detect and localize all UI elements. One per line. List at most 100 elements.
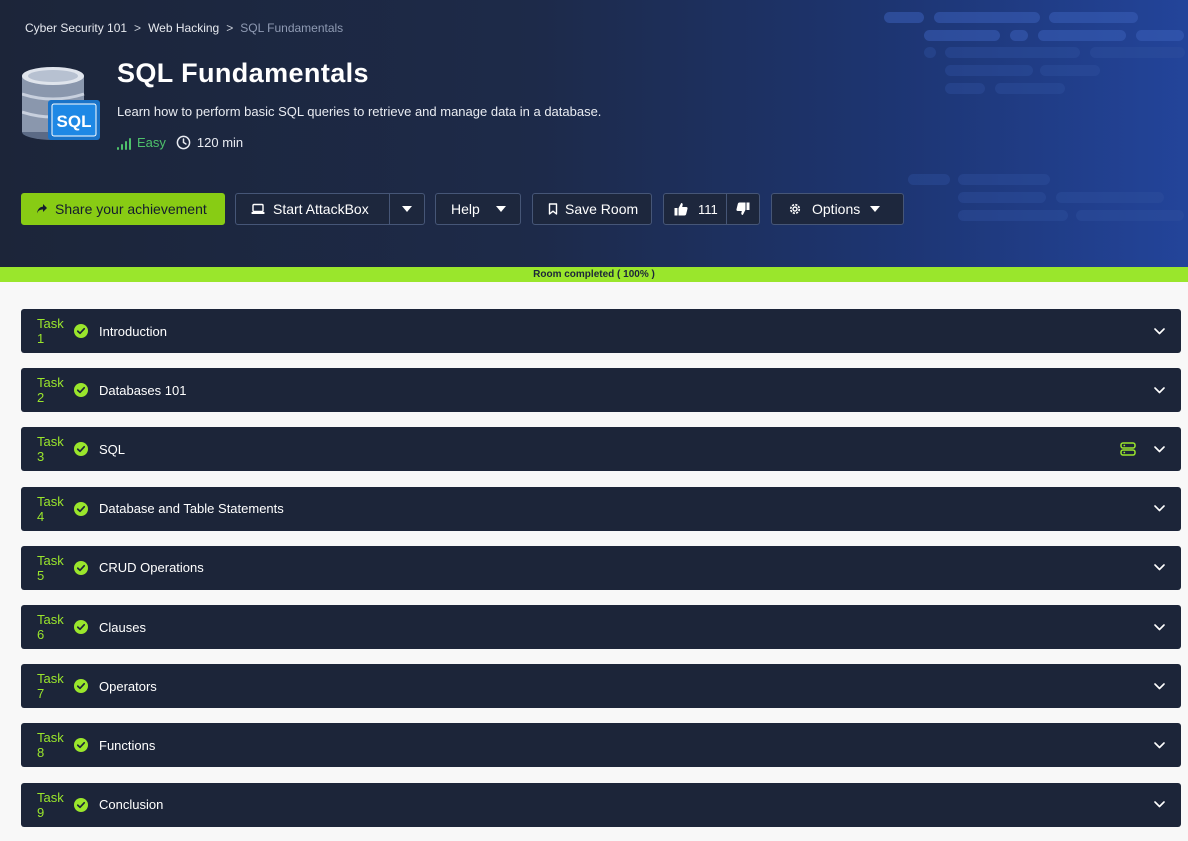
caret-down-icon [402,206,412,212]
check-circle-icon [74,383,88,398]
attackbox-dropdown-button[interactable] [389,193,425,225]
check-circle-icon [74,679,88,694]
clock-icon [176,135,191,150]
share-achievement-button[interactable]: Share your achievement [21,193,225,225]
header-decoration [908,174,950,185]
header-decoration [945,83,985,94]
task-row[interactable]: Task 6 Clauses [21,605,1181,649]
breadcrumb-link[interactable]: Cyber Security 101 [25,21,127,35]
chevron-down-icon [1154,505,1165,512]
options-label: Options [812,201,861,217]
page-title: SQL Fundamentals [117,58,369,88]
check-circle-icon [74,501,88,516]
header-decoration [1090,47,1185,58]
expand-task-toggle[interactable] [1154,742,1165,749]
caret-down-icon [870,206,881,212]
expand-task-toggle[interactable] [1154,446,1165,453]
header-decoration [1038,30,1126,41]
expand-task-toggle[interactable] [1154,327,1165,335]
task-title: Database and Table Statements [99,501,284,517]
breadcrumb-link[interactable]: Web Hacking [148,21,219,35]
options-dropdown-button[interactable]: Options [771,193,904,225]
task-row[interactable]: Task 7 Operators [21,664,1181,709]
task-number: Task 4 [37,493,64,524]
duration-label: 120 min [196,135,244,150]
help-label: Help [451,201,480,217]
thumbs-down-icon [736,202,750,215]
laptop-icon [251,203,265,214]
chevron-down-icon [1154,564,1165,571]
task-row[interactable]: Task 4 Database and Table Statements [21,486,1181,531]
start-attackbox-button[interactable]: Start AttackBox [235,193,390,225]
bookmark-icon [548,203,558,215]
expand-task-toggle[interactable] [1154,623,1165,631]
expand-task-toggle[interactable] [1154,682,1165,690]
like-button[interactable]: 111 [663,193,727,225]
machine-indicator[interactable] [1120,442,1136,457]
task-title: SQL [99,441,126,457]
header-decoration [924,30,1000,41]
task-row[interactable]: Task 5 CRUD Operations [21,545,1181,590]
header-decoration [1040,65,1100,76]
task-number: Task 5 [37,552,64,583]
chevron-down-icon [1154,623,1165,630]
task-row[interactable]: Task 1 Introduction [21,309,1181,353]
header-decoration [1056,192,1164,203]
breadcrumb-separator: > [226,21,234,35]
room-header: Cyber Security 101 > Web Hacking > SQL F… [0,0,1188,268]
task-row[interactable]: Task 8 Functions [21,723,1181,768]
header-decoration [934,12,1040,23]
header-decoration [958,210,1068,221]
task-row[interactable]: Task 9 Conclusion [21,782,1181,827]
header-decoration [924,47,936,58]
task-number: Task 6 [37,612,64,642]
header-decoration [945,47,1080,58]
header-decoration [1049,12,1138,23]
share-icon [37,204,47,214]
room-description: Learn how to perform basic SQL queries t… [117,104,602,119]
header-decoration [958,174,1050,185]
share-achievement-label: Share your achievement [55,201,207,217]
chevron-down-icon [1154,327,1165,334]
save-room-label: Save Room [565,201,639,217]
thumbs-up-icon [674,203,688,216]
expand-task-toggle[interactable] [1154,564,1165,571]
task-number: Task 7 [37,671,64,702]
task-title: CRUD Operations [99,560,204,576]
check-circle-icon [74,324,88,338]
expand-task-toggle[interactable] [1154,386,1165,394]
task-number: Task 2 [37,375,64,406]
dislike-button[interactable] [726,193,760,225]
header-decoration [945,65,1033,76]
task-title: Operators [99,678,157,694]
room-logo: SQL [22,67,100,140]
expand-task-toggle[interactable] [1154,801,1165,808]
logo-text: SQL [57,112,92,131]
server-icon [1120,442,1136,457]
task-row[interactable]: Task 2 Databases 101 [21,368,1181,413]
header-decoration [1076,210,1184,221]
check-circle-icon [74,560,88,575]
header-decoration [1010,30,1028,41]
task-title: Functions [99,737,156,753]
task-number: Task 1 [37,316,64,346]
save-room-button[interactable]: Save Room [532,193,652,225]
task-number: Task 9 [37,789,64,820]
room-meta: Easy 120 min [117,135,243,150]
header-decoration [1136,30,1184,41]
task-title: Clauses [99,619,146,635]
task-title: Databases 101 [99,382,187,398]
header-decoration [958,192,1046,203]
difficulty-label: Easy [137,135,166,150]
help-dropdown-button[interactable]: Help [435,193,521,225]
task-title: Introduction [99,323,167,339]
header-decoration [995,83,1065,94]
task-number: Task 8 [37,730,64,761]
expand-task-toggle[interactable] [1154,505,1165,512]
check-circle-icon [74,442,88,457]
room-progress-bar: Room completed ( 100% ) [0,267,1188,282]
chevron-down-icon [1154,742,1165,749]
chevron-down-icon [1154,801,1165,808]
task-row[interactable]: Task 3 SQL [21,427,1181,472]
chevron-down-icon [1154,682,1165,689]
